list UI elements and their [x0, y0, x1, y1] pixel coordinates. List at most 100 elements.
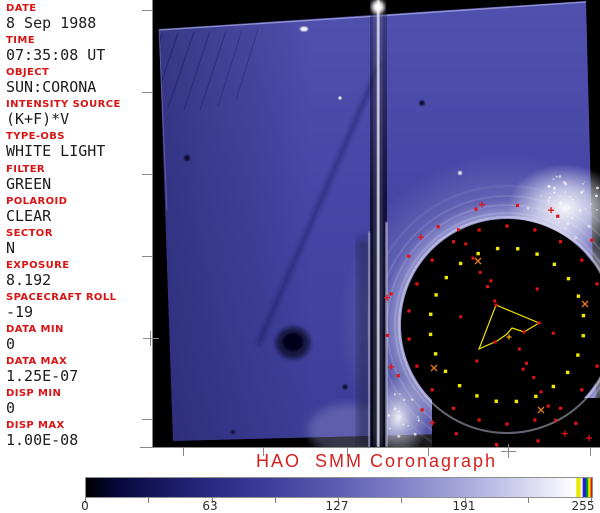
mid-red-ring-mark [415, 364, 419, 368]
colorbar-label: 191 [452, 499, 476, 513]
speckle [595, 194, 598, 198]
field-label: SPACECRAFT ROLL [6, 291, 117, 303]
mid-red-ring-mark [430, 258, 434, 262]
left-axis-plus [143, 338, 159, 339]
left-axis-plus [150, 331, 151, 346]
outer-red-ring-mark [436, 225, 440, 229]
coronagraph-viewer: { "sidebar": { "fields": [ {"label": "DA… [0, 0, 600, 513]
speckle [584, 208, 587, 210]
inner-red-ring-mark [459, 315, 463, 319]
roll-axis-mark [525, 361, 529, 365]
field-value: GREEN [6, 174, 52, 193]
metadata-field-disp-min: DISP MIN 0 [6, 388, 151, 416]
metadata-field-time: TIME 07:35:08 UT [6, 35, 151, 63]
speckle [587, 224, 591, 228]
mid-red-ring-mark [415, 282, 419, 286]
limb-yellow-ring-mark [494, 399, 498, 403]
speckle [558, 175, 562, 178]
limb-yellow-ring-mark [433, 352, 438, 356]
speckle [402, 398, 406, 402]
limb-yellow-ring-mark [443, 369, 448, 374]
limb-yellow-ring-mark [476, 251, 480, 256]
left-axis-tick [142, 92, 152, 93]
speckle [590, 203, 592, 205]
mid-red-ring-mark [580, 388, 584, 392]
speckle [580, 191, 584, 194]
field-value: 8.192 [6, 270, 52, 289]
field-value: 1.00E-08 [6, 431, 79, 450]
roll-axis-mark [471, 256, 475, 260]
speckle [552, 186, 556, 190]
polygon-vertex-dot [494, 303, 498, 307]
metadata-field-exposure: EXPOSURE 8.192 [6, 260, 151, 288]
limb-yellow-ring-mark [566, 276, 571, 281]
outer-red-ring-mark [515, 203, 520, 208]
outer-red-ring-mark [420, 408, 424, 412]
speckle [547, 199, 550, 202]
speckle [418, 418, 420, 420]
field-value: WHITE LIGHT [6, 142, 106, 161]
speckle [552, 178, 555, 181]
speckle [398, 410, 400, 413]
speckle [559, 201, 563, 205]
colorbar-tick [528, 497, 529, 503]
roll-axis-mark [554, 418, 558, 422]
speckle [568, 207, 571, 210]
limb-yellow-ring-mark [552, 262, 557, 267]
metadata-field-sector: SECTOR N [6, 228, 151, 256]
roll-axis-mark [493, 299, 497, 303]
field-label: SECTOR [6, 227, 53, 239]
outer-red-ring-mark [574, 421, 578, 425]
limb-yellow-ring-mark [581, 313, 586, 318]
field-label: TYPE-OBS [6, 131, 65, 143]
colorbar-tick [401, 497, 402, 503]
limb-yellow-ring-mark [576, 294, 581, 298]
limb-yellow-ring-mark [514, 399, 519, 404]
metadata-field-intensity-source: INTENSITY SOURCE (K+F)*V [6, 99, 151, 127]
bottom-axis-line [140, 447, 600, 448]
speckle [557, 218, 560, 221]
roll-axis-mark [464, 242, 468, 246]
left-axis-line [152, 0, 153, 448]
speckle [549, 213, 551, 216]
metadata-field-polaroid: POLAROID CLEAR [6, 196, 151, 224]
mid-red-ring-mark [595, 282, 599, 286]
mid-red-ring-mark [505, 422, 509, 426]
speckle [410, 398, 414, 401]
speckle [557, 221, 560, 224]
polygon-vertex-dot [537, 321, 541, 325]
metadata-field-object: OBJECT SUN:CORONA [6, 67, 151, 95]
metadata-field-data-min: DATA MIN 0 [6, 324, 151, 352]
metadata-field-type-obs: TYPE-OBS WHITE LIGHT [6, 131, 151, 159]
mid-red-ring-mark [505, 224, 509, 228]
speckle [562, 180, 567, 184]
limb-yellow-ring-mark [534, 394, 538, 399]
speckle [398, 392, 401, 396]
field-value: 0 [6, 335, 16, 353]
speckle [583, 181, 586, 183]
speckle [526, 207, 530, 210]
colorbar-label: 255 [571, 499, 595, 513]
metadata-field-data-max: DATA MAX 1.25E-07 [6, 356, 151, 384]
outer-red-ring-mark [536, 439, 540, 443]
field-label: TIME [6, 35, 35, 47]
mid-red-ring-mark [533, 418, 537, 422]
speckle [393, 407, 397, 411]
limb-yellow-ring-mark [434, 293, 438, 297]
page-title: HAO SMM Coronagraph [255, 451, 498, 471]
speckle [547, 184, 551, 188]
limb-yellow-ring-mark [576, 353, 580, 357]
speckle [416, 415, 420, 418]
metadata-field-spacecraft-roll: SPACECRAFT ROLL -19 [6, 292, 151, 320]
speckle [413, 432, 417, 436]
left-axis-tick [142, 256, 152, 257]
mid-red-ring-mark [407, 309, 411, 313]
left-axis-tick [142, 174, 152, 175]
speckle [570, 216, 574, 220]
outer-red-ring-mark [474, 207, 478, 211]
inner-red-ring-mark [521, 367, 525, 371]
roll-axis-mark [485, 285, 489, 289]
field-label: OBJECT [6, 67, 50, 79]
field-label: DATA MIN [6, 324, 64, 335]
field-value: CLEAR [6, 206, 52, 225]
